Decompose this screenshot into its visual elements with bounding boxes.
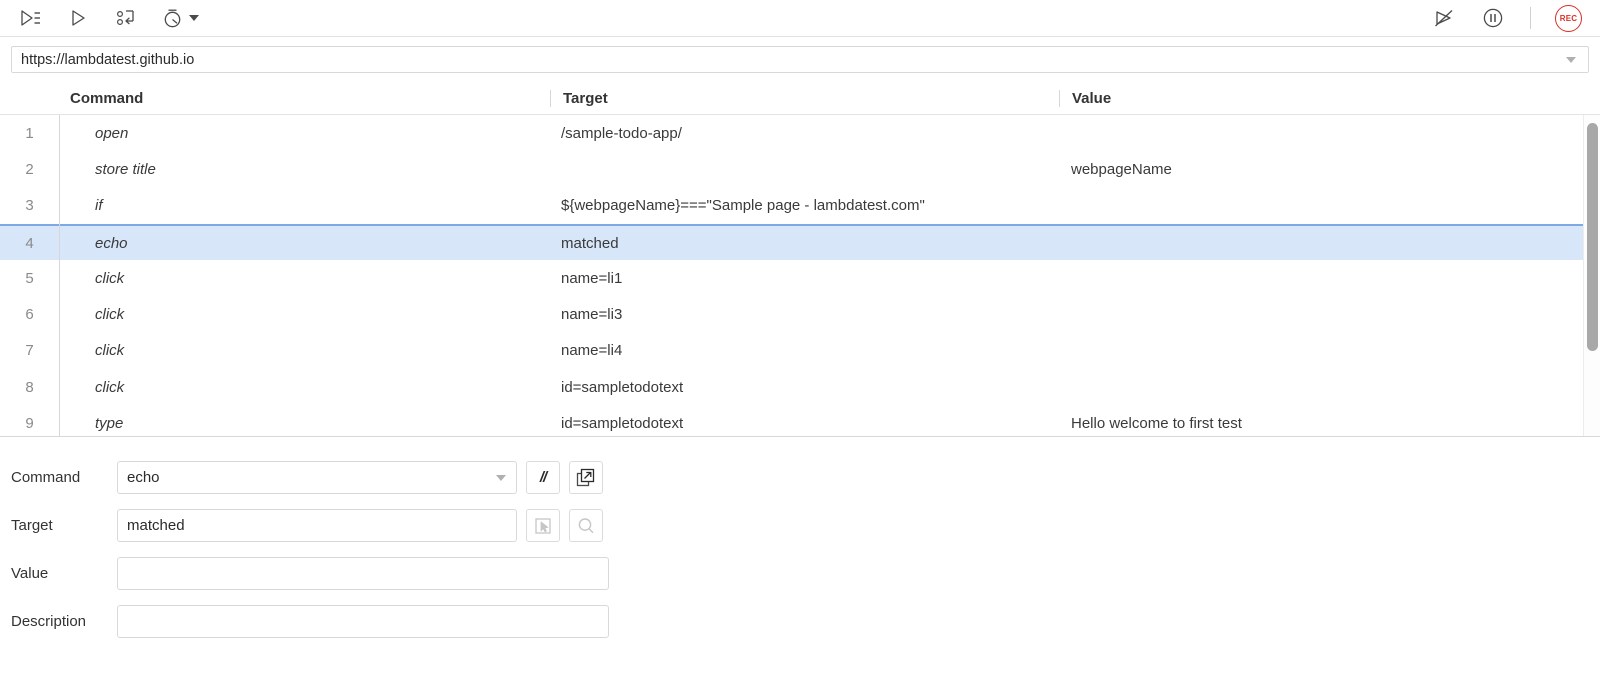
row-target: /sample-todo-app/ <box>561 124 682 142</box>
row-number: 2 <box>25 160 34 178</box>
url-bar-container <box>0 37 1600 82</box>
row-command: echo <box>95 234 128 252</box>
target-input[interactable] <box>117 509 517 542</box>
external-link-icon <box>576 468 595 486</box>
row-number: 4 <box>25 234 34 252</box>
table-scrollbar[interactable] <box>1583 115 1600 436</box>
row-command: if <box>95 197 103 215</box>
table-row[interactable]: 5 click name=li1 <box>0 260 1600 296</box>
row-command: click <box>95 342 125 360</box>
command-select[interactable]: echo <box>117 461 517 494</box>
row-number-divider <box>59 115 60 436</box>
command-field-row: Command echo // <box>11 461 1600 494</box>
row-target: matched <box>561 234 619 252</box>
toggle-comment-button[interactable]: // <box>526 461 560 494</box>
run-current-test-button[interactable] <box>66 5 92 31</box>
table-row-selected[interactable]: 4 echo matched <box>0 223 1600 261</box>
timer-icon <box>164 9 181 28</box>
chevron-down-icon[interactable] <box>189 15 199 21</box>
table-row[interactable]: 2 store title webpageName <box>0 151 1600 187</box>
step-over-button[interactable] <box>114 5 140 31</box>
row-number: 5 <box>25 269 34 287</box>
table-header-command[interactable]: Command <box>59 90 550 107</box>
chevron-down-icon[interactable] <box>1566 56 1576 63</box>
table-body: 1 open /sample-todo-app/ 2 store title w… <box>0 115 1600 436</box>
row-target: ${webpageName}==="Sample page - lambdate… <box>561 197 925 215</box>
row-command: click <box>95 306 125 324</box>
table-row[interactable]: 7 click name=li4 <box>0 333 1600 369</box>
row-command: open <box>95 124 129 142</box>
play-slashed-icon <box>1435 10 1453 27</box>
play-icon <box>72 10 85 26</box>
table-row[interactable]: 8 click id=sampletodotext <box>0 369 1600 405</box>
row-number: 1 <box>25 124 34 142</box>
table-header-value[interactable]: Value <box>1059 89 1600 107</box>
find-target-button[interactable] <box>569 509 603 542</box>
step-over-icon <box>116 10 134 26</box>
description-label: Description <box>11 613 87 630</box>
pause-circle-icon <box>1483 8 1503 28</box>
target-field-row: Target <box>11 509 1600 542</box>
row-number: 7 <box>25 342 34 360</box>
table-row[interactable]: 6 click name=li3 <box>0 296 1600 332</box>
disable-breakpoints-button[interactable] <box>1432 5 1458 31</box>
toolbar-divider <box>1530 7 1531 29</box>
toolbar: REC <box>0 0 1600 37</box>
command-table: Command Target Value 1 open /sample-todo… <box>0 82 1600 437</box>
command-select-value: echo <box>127 469 160 486</box>
command-label: Command <box>11 469 81 486</box>
record-button-label: REC <box>1559 13 1578 23</box>
comment-button-label: // <box>539 469 547 486</box>
table-row[interactable]: 3 if ${webpageName}==="Sample page - lam… <box>0 188 1600 224</box>
toolbar-right-group: REC <box>1432 4 1588 32</box>
value-label: Value <box>11 565 49 582</box>
url-bar[interactable] <box>11 46 1589 73</box>
row-number: 6 <box>25 306 34 324</box>
row-target: id=sampletodotext <box>561 415 684 433</box>
table-row[interactable]: 9 type id=sampletodotext Hello welcome t… <box>0 405 1600 436</box>
open-in-new-window-button[interactable] <box>569 461 603 494</box>
toolbar-left-group <box>12 5 199 31</box>
pause-button[interactable] <box>1480 5 1506 31</box>
value-input[interactable] <box>117 557 609 590</box>
select-target-button[interactable] <box>526 509 560 542</box>
description-input[interactable] <box>117 605 609 638</box>
row-command: type <box>95 415 124 433</box>
command-select-wrap: echo <box>117 461 517 494</box>
speed-control[interactable] <box>162 8 199 28</box>
chevron-down-icon <box>496 474 506 481</box>
row-target: name=li4 <box>561 342 623 360</box>
description-field-row: Description <box>11 605 1600 638</box>
row-target: name=li3 <box>561 306 623 324</box>
value-field-row: Value <box>11 557 1600 590</box>
row-number: 3 <box>25 197 34 215</box>
table-header-target[interactable]: Target <box>550 89 1059 107</box>
row-command: click <box>95 269 125 287</box>
record-button[interactable]: REC <box>1555 4 1582 32</box>
table-scrollbar-thumb[interactable] <box>1587 123 1598 351</box>
row-value: webpageName <box>1071 160 1172 178</box>
row-target: id=sampletodotext <box>561 378 684 396</box>
cursor-select-icon <box>535 517 551 534</box>
table-row[interactable]: 1 open /sample-todo-app/ <box>0 115 1600 151</box>
row-number: 8 <box>25 378 34 396</box>
command-editor: Command echo // Target matched Value Des… <box>0 437 1600 638</box>
row-command: store title <box>95 160 156 178</box>
play-with-lines-icon <box>21 10 40 26</box>
target-label: Target <box>11 517 53 534</box>
row-target: name=li1 <box>561 269 623 287</box>
base-url-input[interactable] <box>12 51 1588 68</box>
row-command: click <box>95 378 125 396</box>
search-icon <box>578 517 594 533</box>
row-number: 9 <box>25 415 34 433</box>
run-all-tests-button[interactable] <box>18 5 44 31</box>
table-header-row: Command Target Value <box>0 82 1600 115</box>
row-value: Hello welcome to first test <box>1071 415 1242 433</box>
